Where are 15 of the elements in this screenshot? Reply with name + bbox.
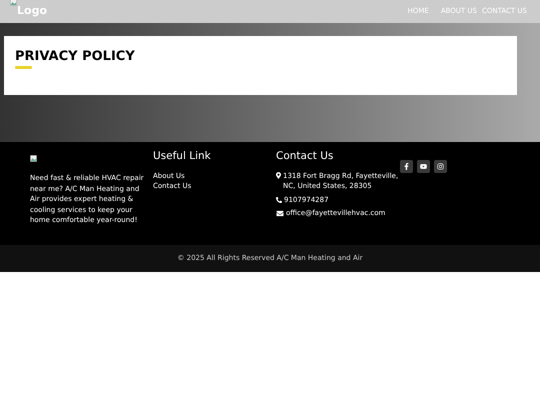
page-title: PRIVACY POLICY bbox=[15, 50, 136, 63]
phone-icon bbox=[276, 196, 282, 203]
facebook-icon bbox=[403, 163, 410, 170]
broken-image-icon bbox=[30, 155, 37, 162]
youtube-icon bbox=[420, 163, 427, 170]
title-underline bbox=[15, 66, 32, 69]
social-button[interactable] bbox=[417, 160, 430, 173]
social-button[interactable] bbox=[434, 160, 447, 173]
contact-heading: Contact Us bbox=[276, 151, 334, 162]
useful-link-heading: Useful Link bbox=[153, 151, 212, 162]
envelope-icon bbox=[276, 210, 284, 217]
instagram-icon bbox=[437, 163, 444, 170]
social-button[interactable] bbox=[400, 160, 413, 173]
broken-image-icon bbox=[10, 0, 17, 6]
map-pin-icon bbox=[276, 172, 281, 178]
